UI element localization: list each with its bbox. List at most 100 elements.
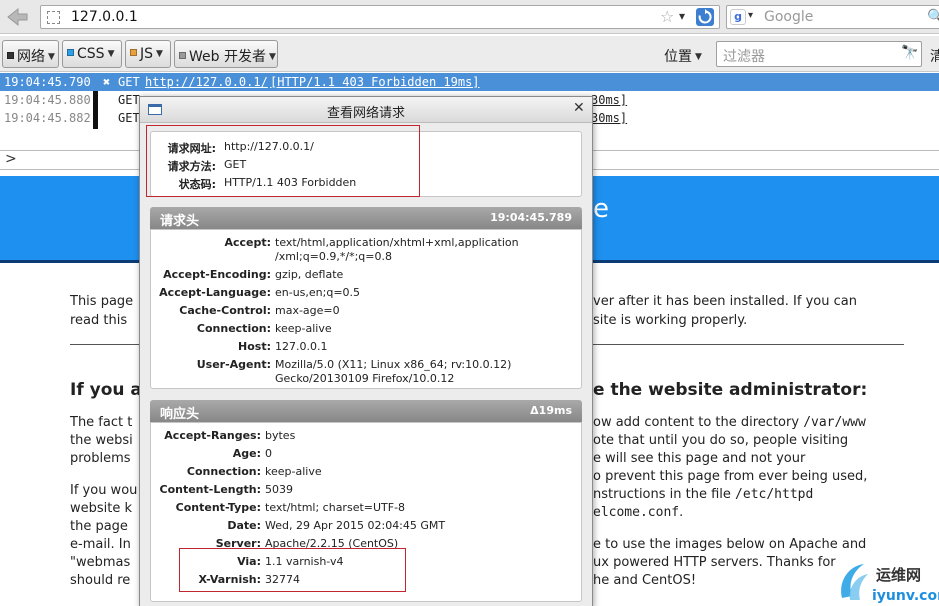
binoculars-icon: 🔭	[901, 45, 919, 61]
chevron-down-icon: ▼	[156, 49, 163, 59]
google-engine-icon[interactable]: g	[730, 9, 746, 25]
highlight-box	[146, 125, 420, 197]
log-url-link[interactable]: http://127.0.0.1/	[145, 75, 268, 89]
web-console-toolbar: 网络 ▼ CSS ▼ JS ▼ Web 开发者 ▼ 位置 ▼ 过滤器 🔭 清	[0, 36, 939, 72]
position-dropdown[interactable]: 位置 ▼	[664, 46, 702, 66]
header-key: Connection:	[196, 322, 271, 335]
header-key: Content-Type:	[175, 501, 261, 514]
url-bar[interactable]: 127.0.0.1 ☆ ▾	[40, 5, 720, 29]
header-value: text/html; charset=UTF-8	[265, 501, 406, 514]
page-text: should re	[70, 573, 131, 588]
log-method: GET	[118, 75, 140, 89]
log-timestamp: 19:04:45.882	[4, 111, 91, 125]
log-row-selected[interactable]: 19:04:45.790 ✖ GET http://127.0.0.1/ [HT…	[0, 73, 939, 91]
page-text: ow add content to the directory	[593, 415, 800, 430]
header-value: text/html,application/xhtml+xml,applicat…	[275, 236, 519, 249]
category-js-button[interactable]: JS ▼	[125, 40, 171, 68]
search-go-icon[interactable]: 🔍	[927, 9, 939, 25]
header-key: Age:	[232, 447, 261, 460]
page-text: ux powered HTTP servers. Thanks for	[593, 555, 836, 570]
log-status-fragment[interactable]: 30ms]	[591, 111, 627, 125]
header-value: 127.0.0.1	[275, 340, 328, 353]
header-key: Accept-Language:	[159, 286, 271, 299]
category-css-label: CSS	[77, 46, 105, 62]
close-icon[interactable]: ✖	[103, 75, 110, 89]
search-input[interactable]: Google	[764, 9, 813, 25]
page-text: ver after it has been installed. If you …	[593, 294, 857, 309]
page-text: e-mail. In	[70, 537, 131, 552]
page-text: If you wou	[70, 483, 138, 498]
log-method: GET	[118, 93, 140, 107]
back-arrow-icon	[7, 7, 28, 27]
search-bar[interactable]: g ▾ Google 🔍	[726, 5, 939, 29]
header-value: bytes	[265, 429, 296, 442]
page-text: the page	[70, 519, 128, 534]
url-text: 127.0.0.1	[71, 9, 138, 25]
prompt-chevron-icon: >	[5, 151, 17, 167]
header-key: Accept:	[224, 236, 271, 249]
page-text: nstructions in the file /etc/httpd	[593, 487, 813, 502]
request-headers-header[interactable]: 请求头 19:04:45.789	[150, 207, 582, 229]
dialog-title: 查看网络请求	[326, 106, 405, 121]
page-text: ow add content to the directory /var/www	[593, 415, 866, 430]
url-history-dropdown-icon[interactable]: ▾	[679, 9, 685, 23]
log-timestamp: 19:04:45.790	[4, 75, 91, 89]
log-method: GET	[118, 111, 140, 125]
header-value: Mozilla/5.0 (X11; Linux x86_64; rv:10.0.…	[275, 358, 512, 371]
engine-dropdown-icon[interactable]: ▾	[748, 10, 753, 21]
header-value: en-us,en;q=0.5	[275, 286, 361, 299]
header-value: 5039	[265, 483, 293, 496]
clear-button[interactable]: 清	[930, 46, 939, 66]
header-key: Host:	[238, 340, 271, 353]
close-icon[interactable]: ✕	[573, 100, 585, 116]
site-identity-icon[interactable]	[47, 11, 60, 24]
log-status-link[interactable]: [HTTP/1.1 403 Forbidden 19ms]	[270, 75, 480, 89]
network-request-dialog: 查看网络请求 ✕ 请求网址: http://127.0.0.1/ 请求方法: G…	[139, 96, 593, 606]
log-status-fragment[interactable]: 30ms]	[591, 93, 627, 107]
page-text: read this	[70, 313, 128, 328]
log-timestamp: 19:04:45.880	[4, 93, 91, 107]
header-value: max-age=0	[275, 304, 340, 317]
reload-icon[interactable]	[696, 8, 714, 26]
category-css-button[interactable]: CSS ▼	[62, 40, 122, 68]
chevron-down-icon: ▼	[268, 52, 276, 62]
page-code: /etc/httpd	[735, 487, 814, 502]
category-net-button[interactable]: 网络 ▼	[2, 40, 59, 68]
page-text: website k	[70, 501, 133, 516]
header-value: /xml;q=0.9,*/*;q=0.8	[275, 250, 392, 263]
iyunv-watermark-logo: 运维网 iyunv.com	[841, 564, 939, 604]
header-value: Wed, 29 Apr 2015 02:04:45 GMT	[265, 519, 446, 532]
highlight-box	[179, 548, 406, 592]
response-delta: Δ19ms	[530, 404, 572, 417]
page-text: he and CentOS!	[593, 573, 697, 588]
request-time: 19:04:45.789	[490, 211, 572, 224]
page-text: "webmas	[70, 555, 131, 570]
svg-text:iyunv.com: iyunv.com	[872, 588, 939, 604]
header-value: Gecko/20130109 Firefox/10.0.12	[275, 372, 455, 385]
header-key: User-Agent:	[196, 358, 271, 371]
page-heading: If you a	[70, 380, 142, 400]
response-headers-header[interactable]: 响应头 Δ19ms	[150, 400, 582, 422]
category-js-label: JS	[140, 46, 154, 62]
svg-text:运维网: 运维网	[876, 566, 921, 584]
page-text: site is working properly.	[593, 313, 748, 328]
header-key: Accept-Ranges:	[164, 429, 261, 442]
chevron-down-icon: ▼	[107, 49, 115, 59]
filter-input[interactable]: 过滤器 🔭	[716, 41, 922, 67]
category-net-label: 网络	[17, 49, 45, 65]
page-text: problems	[70, 451, 131, 466]
bookmark-star-icon[interactable]: ☆	[660, 7, 674, 26]
page-code: /var/www	[803, 415, 866, 430]
header-key: Cache-Control:	[179, 304, 271, 317]
back-button[interactable]	[4, 5, 30, 29]
request-headers-box: Accept: text/html,application/xhtml+xml,…	[150, 229, 582, 389]
dialog-titlebar[interactable]: 查看网络请求 ✕	[140, 97, 592, 123]
category-webdev-button[interactable]: Web 开发者 ▼	[174, 40, 278, 68]
page-code: elcome.conf	[593, 505, 680, 520]
filter-placeholder: 过滤器	[723, 49, 765, 65]
banner-title-fragment: e	[593, 194, 609, 224]
header-key: Date:	[227, 519, 261, 532]
header-key: Content-Length:	[159, 483, 262, 496]
page-text: e to use the images below on Apache and	[593, 537, 867, 552]
header-value: keep-alive	[275, 322, 332, 335]
